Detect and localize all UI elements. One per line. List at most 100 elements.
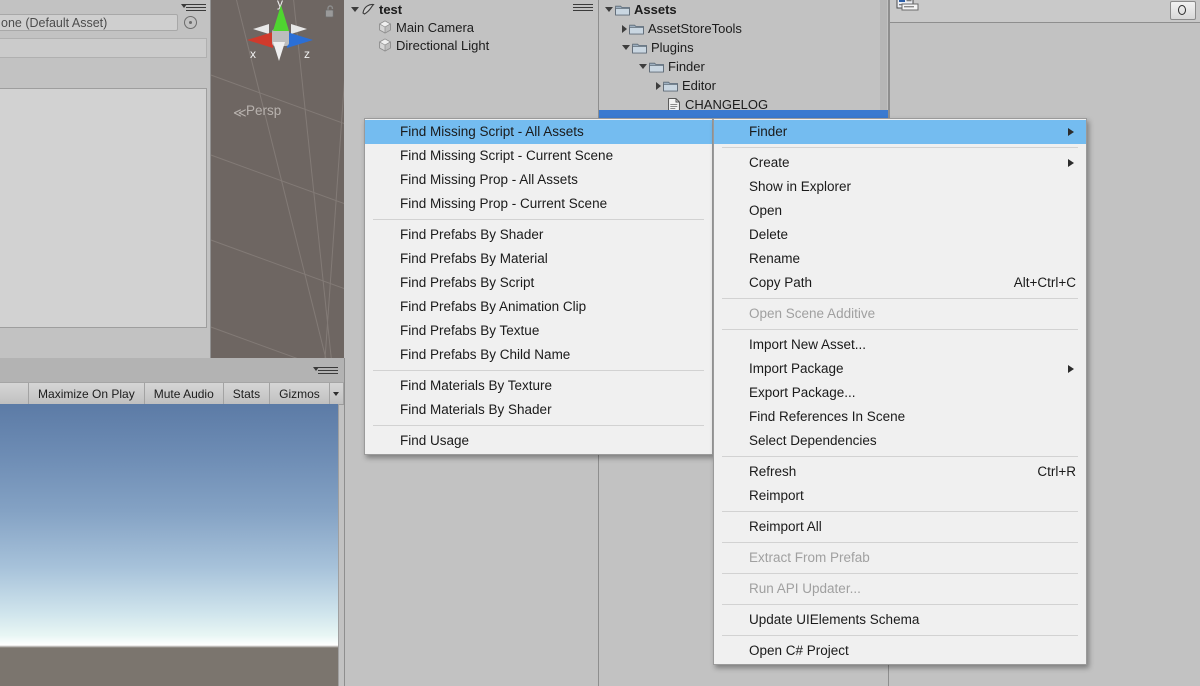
asset-menu-item[interactable]: Refresh Ctrl+R xyxy=(714,460,1086,484)
gameobject-icon xyxy=(378,38,392,52)
hierarchy-row-label: test xyxy=(379,1,403,17)
menu-item-label: Find Prefabs By Material xyxy=(400,251,548,266)
panel-divider-hierarchy[interactable] xyxy=(344,358,345,686)
project-row[interactable]: Assets xyxy=(599,0,889,19)
asset-menu-item[interactable]: Update UIElements Schema xyxy=(714,608,1086,632)
chevron-right-icon[interactable] xyxy=(622,24,627,33)
inspector-body xyxy=(0,88,207,328)
scene-icon xyxy=(362,3,375,15)
asset-menu-item[interactable]: Import Package xyxy=(714,357,1086,381)
asset-menu-item[interactable]: Create xyxy=(714,151,1086,175)
gizmo-cone-z xyxy=(287,32,313,48)
finder-menu-item[interactable]: Find Prefabs By Animation Clip xyxy=(365,295,712,319)
asset-menu-item[interactable]: Copy Path Alt+Ctrl+C xyxy=(714,271,1086,295)
folder-icon xyxy=(615,5,630,15)
asset-menu-item[interactable]: Open xyxy=(714,199,1086,223)
asset-menu-item[interactable]: Find References In Scene xyxy=(714,405,1086,429)
inspector-search-row[interactable] xyxy=(0,38,207,58)
project-row[interactable]: AssetStoreTools xyxy=(599,19,889,38)
panel-menu-icon[interactable] xyxy=(313,365,338,375)
gizmos-button[interactable]: Gizmos xyxy=(270,383,330,404)
circle-button-icon[interactable] xyxy=(1170,1,1196,20)
hierarchy-row-label: Directional Light xyxy=(396,37,490,53)
maximize-on-play-button[interactable]: Maximize On Play xyxy=(28,383,145,404)
object-field-value: one (Default Asset) xyxy=(1,15,108,30)
finder-menu-item[interactable]: Find Materials By Texture xyxy=(365,374,712,398)
finder-menu-item[interactable]: Find Missing Prop - Current Scene xyxy=(365,192,712,216)
scene-orientation-gizmo[interactable]: y x z xyxy=(245,0,315,72)
scene-view[interactable]: y x z ≪ Persp xyxy=(211,0,344,358)
menu-item-shortcut: Alt+Ctrl+C xyxy=(1013,275,1076,290)
project-row-label: Editor xyxy=(682,78,716,93)
chevron-down-icon[interactable] xyxy=(622,45,630,50)
projection-label[interactable]: Persp xyxy=(246,103,281,118)
stats-button[interactable]: Stats xyxy=(223,383,271,404)
finder-menu-item[interactable]: Find Missing Script - All Assets xyxy=(365,120,712,144)
project-row-label: AssetStoreTools xyxy=(648,21,742,36)
finder-menu-item[interactable]: Find Materials By Shader xyxy=(365,398,712,422)
menu-item-label: Rename xyxy=(749,251,801,266)
menu-separator xyxy=(722,604,1078,605)
asset-menu-item: Run API Updater... xyxy=(714,577,1086,601)
mute-audio-button[interactable]: Mute Audio xyxy=(144,383,224,404)
asset-menu-item[interactable]: Select Dependencies xyxy=(714,429,1086,453)
finder-menu-item[interactable]: Find Prefabs By Shader xyxy=(365,223,712,247)
menu-separator xyxy=(722,456,1078,457)
gizmos-label: Gizmos xyxy=(279,386,320,401)
persp-arrow-icon: ≪ xyxy=(233,105,247,120)
chevron-down-icon[interactable] xyxy=(605,7,613,12)
menu-item-label: Select Dependencies xyxy=(749,433,877,448)
finder-menu-item[interactable]: Find Prefabs By Material xyxy=(365,247,712,271)
finder-menu-item[interactable]: Find Prefabs By Textue xyxy=(365,319,712,343)
project-row[interactable]: Editor xyxy=(599,76,889,95)
asset-menu-item[interactable]: Rename xyxy=(714,247,1086,271)
finder-menu-item[interactable]: Find Missing Script - Current Scene xyxy=(365,144,712,168)
project-scrollbar[interactable] xyxy=(880,0,887,118)
finder-menu-item[interactable]: Find Usage xyxy=(365,429,712,453)
asset-context-menu[interactable]: Finder Create Show in Explorer Open Delete Re… xyxy=(713,118,1087,665)
asset-menu-item[interactable]: Delete xyxy=(714,223,1086,247)
finder-menu-item[interactable]: Find Prefabs By Child Name xyxy=(365,343,712,367)
hierarchy-row[interactable]: Main Camera xyxy=(345,18,598,36)
panel-menu-icon[interactable] xyxy=(181,2,206,12)
object-picker-icon[interactable] xyxy=(184,16,197,29)
finder-menu-item[interactable]: Find Prefabs By Script xyxy=(365,271,712,295)
finder-menu-item[interactable]: Find Missing Prop - All Assets xyxy=(365,168,712,192)
chevron-down-icon[interactable] xyxy=(351,6,359,12)
finder-submenu[interactable]: Find Missing Script - All Assets Find Mis… xyxy=(364,118,713,455)
game-view-render[interactable] xyxy=(0,404,339,686)
menu-item-label: Create xyxy=(749,155,790,170)
asset-menu-item[interactable]: Reimport xyxy=(714,484,1086,508)
console-tab-icon[interactable] xyxy=(896,0,926,18)
menu-item-label: Delete xyxy=(749,227,789,242)
hierarchy-row[interactable]: Directional Light xyxy=(345,36,598,54)
menu-item-label: Show in Explorer xyxy=(749,179,852,194)
asset-menu-item[interactable]: Reimport All xyxy=(714,515,1086,539)
asset-menu-item[interactable]: Show in Explorer xyxy=(714,175,1086,199)
toolbar-left-spacer xyxy=(0,383,29,404)
menu-item-label: Find Prefabs By Script xyxy=(400,275,535,290)
chevron-right-icon[interactable] xyxy=(656,81,661,90)
lock-open-icon[interactable] xyxy=(325,5,336,18)
project-row[interactable]: Finder xyxy=(599,57,889,76)
chevron-right-icon xyxy=(1068,159,1074,167)
project-row[interactable]: Plugins xyxy=(599,38,889,57)
asset-menu-item[interactable]: Import New Asset... xyxy=(714,333,1086,357)
project-tree: Assets AssetStoreTools Plugins Finder Ed… xyxy=(599,0,889,114)
object-field[interactable]: one (Default Asset) xyxy=(0,14,178,31)
menu-separator xyxy=(722,511,1078,512)
menu-separator xyxy=(373,425,704,426)
chevron-right-icon xyxy=(1068,365,1074,373)
menu-item-label: Import Package xyxy=(749,361,844,376)
hierarchy-row[interactable]: test xyxy=(345,0,598,18)
asset-menu-item[interactable]: Finder xyxy=(714,120,1086,144)
menu-item-label: Copy Path xyxy=(749,275,813,290)
gizmo-axis-label-x: x xyxy=(250,47,256,61)
asset-menu-item[interactable]: Open C# Project xyxy=(714,639,1086,663)
asset-menu-item[interactable]: Export Package... xyxy=(714,381,1086,405)
chevron-down-icon[interactable] xyxy=(329,383,344,404)
menu-separator xyxy=(722,329,1078,330)
chevron-down-icon[interactable] xyxy=(639,64,647,69)
menu-item-label: Find Usage xyxy=(400,433,470,448)
folder-icon xyxy=(632,43,647,53)
